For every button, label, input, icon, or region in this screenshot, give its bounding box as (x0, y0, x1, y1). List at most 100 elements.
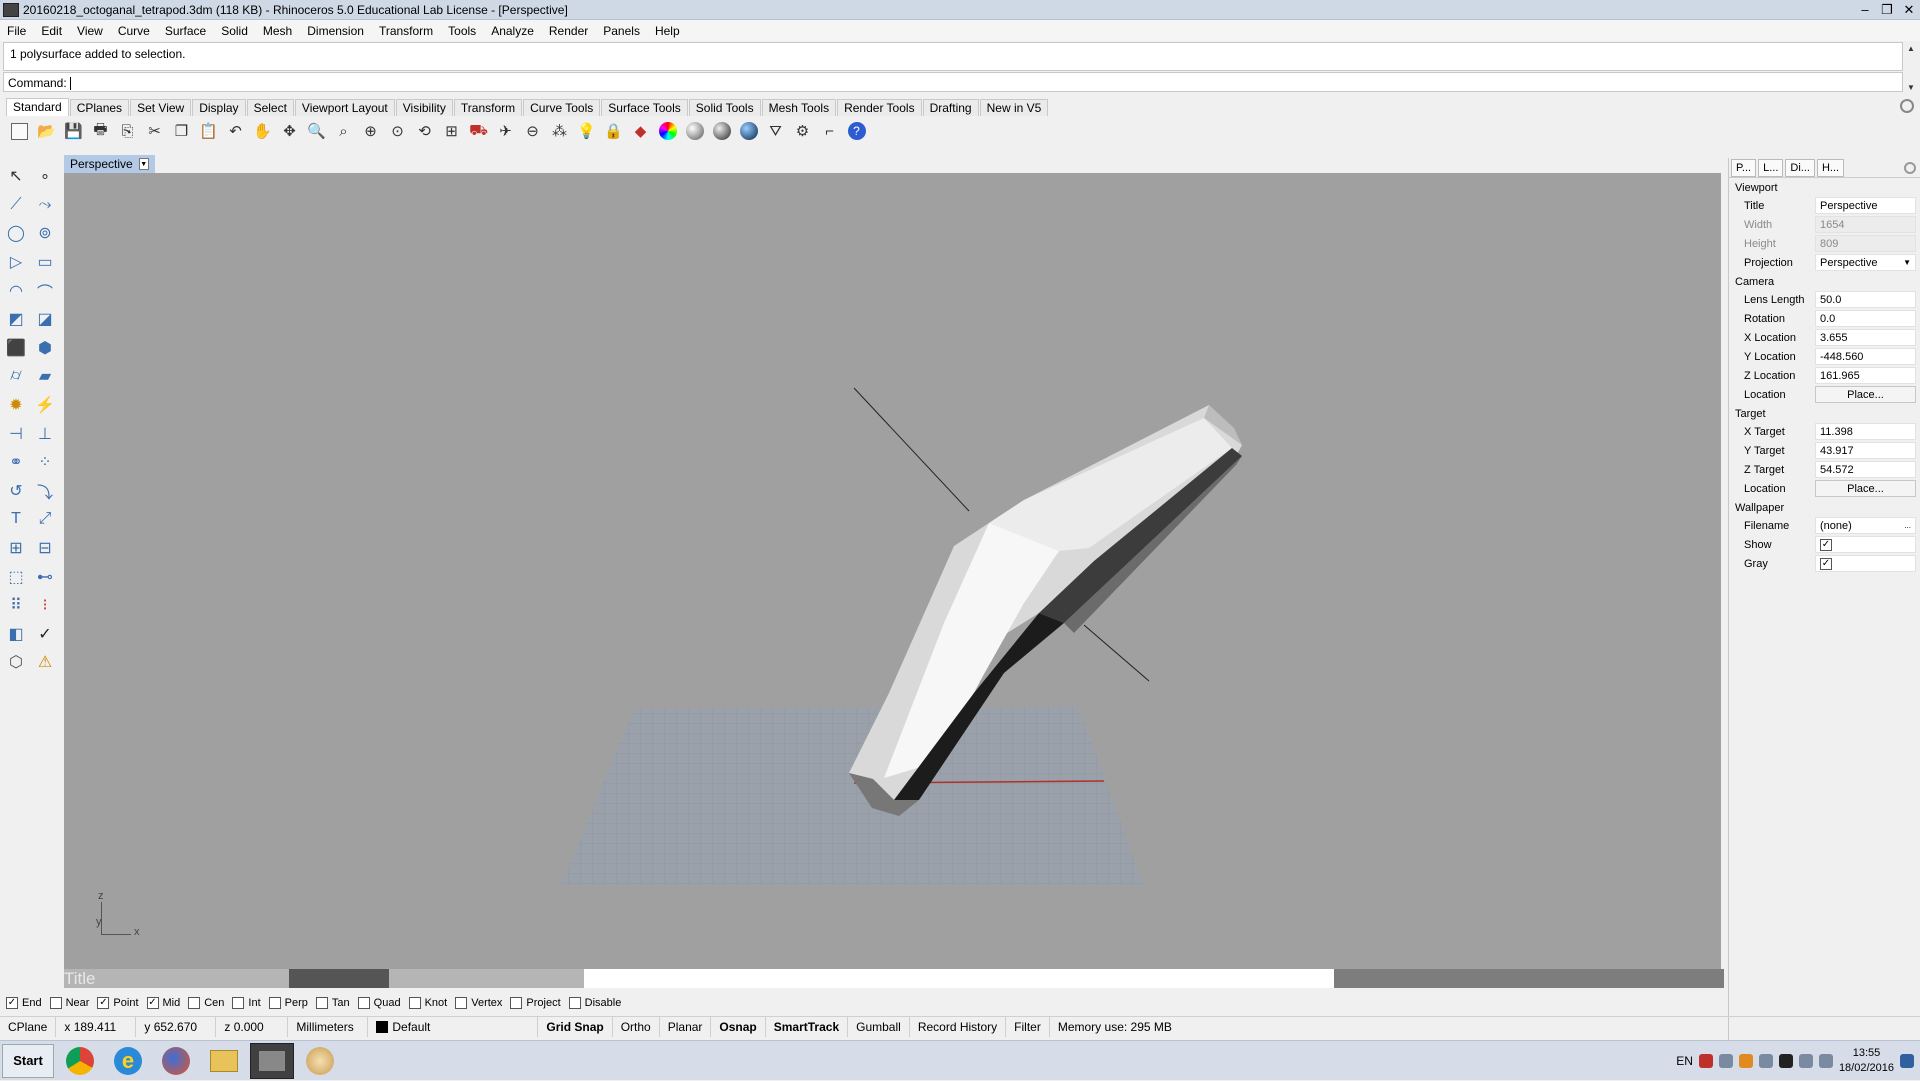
perp-checkbox[interactable] (268, 996, 281, 1009)
solid-edit-icon[interactable]: ⬚ (2, 562, 30, 591)
options-gears-icon[interactable]: ⚙ (791, 120, 814, 143)
planar-toggle[interactable]: Planar (660, 1016, 712, 1037)
draft-icon[interactable]: ◧ (2, 620, 30, 649)
check-icon[interactable]: ✓ (31, 620, 59, 649)
y-target-field[interactable]: 43.917 (1815, 442, 1916, 459)
security-icon[interactable] (1738, 1054, 1753, 1068)
osnap-end[interactable]: ✓ End (6, 996, 42, 1009)
projection-select[interactable]: Perspective ▼ (1815, 254, 1916, 271)
color-wheel-icon[interactable] (656, 120, 679, 143)
target-place-button[interactable]: Place... (1815, 480, 1916, 497)
tab-transform[interactable]: Transform (453, 99, 523, 116)
osnap-point[interactable]: ✓ Point (97, 996, 139, 1009)
help-icon[interactable]: ? (845, 120, 868, 143)
display-icon[interactable] (1798, 1054, 1813, 1068)
text-icon[interactable]: T (2, 505, 30, 534)
tab-drafting[interactable]: Drafting (922, 99, 979, 116)
group-icon[interactable]: ⚭ (2, 448, 30, 477)
filename-field[interactable]: (none)... (1815, 517, 1916, 534)
loft-icon[interactable]: ◪ (31, 305, 59, 334)
tab-visibility[interactable]: Visibility (395, 99, 453, 116)
chevron-down-icon[interactable]: ▼ (1903, 258, 1911, 267)
osnap-toggle[interactable]: Osnap (711, 1016, 766, 1037)
tab-curve-tools[interactable]: Curve Tools (523, 99, 601, 116)
end-checkbox[interactable]: ✓ (6, 996, 18, 1009)
tab-display[interactable]: Di... (1785, 158, 1815, 177)
box-icon[interactable]: ⬛ (2, 334, 30, 363)
cplane-label[interactable]: CPlane (0, 1016, 57, 1037)
camera-place-button[interactable]: Place... (1815, 386, 1916, 403)
menu-panels[interactable]: Panels (596, 24, 648, 38)
command-scroll[interactable]: ▲ ▼ (1904, 44, 1918, 92)
tab-render-tools[interactable]: Render Tools (837, 99, 922, 116)
cen-checkbox[interactable] (188, 996, 201, 1009)
export-icon[interactable]: ⎘ (116, 120, 139, 143)
action-center-flag-icon[interactable] (1698, 1054, 1713, 1068)
points-icon[interactable]: ⁂ (548, 120, 571, 143)
offset-icon[interactable]: ↺ (2, 477, 30, 506)
point-checkbox[interactable]: ✓ (97, 996, 110, 1009)
open-file-icon[interactable]: 📂 (35, 120, 58, 143)
dropbox-icon[interactable] (1778, 1054, 1793, 1068)
osnap-vertex[interactable]: Vertex (455, 996, 502, 1009)
smarttrack-toggle[interactable]: SmartTrack (766, 1016, 849, 1037)
knot-checkbox[interactable] (408, 996, 421, 1009)
osnap-quad[interactable]: Quad (357, 996, 401, 1009)
menu-edit[interactable]: Edit (34, 24, 70, 38)
copy-icon[interactable]: ❐ (170, 120, 193, 143)
firefox-taskbar-icon[interactable] (154, 1043, 198, 1079)
fillet-curve-icon[interactable]: ⌒ (31, 276, 59, 305)
command-line[interactable]: Command: (3, 72, 1903, 92)
start-button[interactable]: Start (2, 1043, 54, 1078)
show-checkbox[interactable]: ✓ (1820, 538, 1832, 551)
rectangle-icon[interactable]: ▭ (31, 248, 59, 277)
save-icon[interactable]: 💾 (62, 120, 85, 143)
browse-button[interactable]: ... (1904, 521, 1911, 530)
zoom-selected-icon[interactable]: ⊙ (386, 120, 409, 143)
cylinder-icon[interactable]: ⌭ (2, 362, 30, 391)
menu-surface[interactable]: Surface (158, 24, 214, 38)
rotate-view-icon[interactable]: ✥ (278, 120, 301, 143)
select-arrow-icon[interactable]: ↖ (2, 162, 30, 191)
point-grid-icon[interactable]: ⠿ (2, 591, 30, 620)
near-checkbox[interactable] (49, 996, 62, 1009)
array-icon[interactable]: ⊞ (2, 534, 30, 563)
align-icon[interactable]: ⊟ (31, 534, 59, 563)
menu-mesh[interactable]: Mesh (256, 24, 300, 38)
paste-icon[interactable]: 📋 (197, 120, 220, 143)
filter-toggle[interactable]: Filter (1006, 1016, 1050, 1037)
record-history-toggle[interactable]: Record History (910, 1016, 1007, 1037)
osnap-mid[interactable]: ✓ Mid (146, 996, 180, 1009)
osnap-disable[interactable]: Disable (568, 996, 621, 1009)
minimize-button[interactable]: – (1854, 1, 1876, 19)
four-viewports-icon[interactable]: ⊞ (440, 120, 463, 143)
file-explorer-taskbar-icon[interactable] (202, 1043, 246, 1079)
osnap-tan[interactable]: Tan (315, 996, 350, 1009)
tan-checkbox[interactable] (315, 996, 328, 1009)
split-icon[interactable]: ⊣ (2, 419, 30, 448)
osnap-knot[interactable]: Knot (408, 996, 447, 1009)
zoom-icon[interactable]: 🔍 (305, 120, 328, 143)
undo-view-icon[interactable]: ⟲ (413, 120, 436, 143)
named-view-icon[interactable]: ✈ (494, 120, 517, 143)
rendered-sphere-icon[interactable] (710, 120, 733, 143)
z-location-field[interactable]: 161.965 (1815, 367, 1916, 384)
menu-tools[interactable]: Tools (441, 24, 484, 38)
mid-checkbox[interactable]: ✓ (146, 996, 159, 1009)
menu-transform[interactable]: Transform (372, 24, 441, 38)
osnap-project[interactable]: Project (510, 996, 561, 1009)
trim-icon[interactable]: ⊥ (31, 419, 59, 448)
z-target-field[interactable]: 54.572 (1815, 461, 1916, 478)
lock-icon[interactable]: 🔒 (602, 120, 625, 143)
zoom-window-icon[interactable]: ⌕ (332, 120, 355, 143)
power-icon[interactable] (1818, 1054, 1833, 1068)
show-desktop-icon[interactable] (1900, 1054, 1914, 1068)
lens-length-field[interactable]: 50.0 (1815, 291, 1916, 308)
units-label[interactable]: Millimeters (288, 1016, 369, 1037)
menu-file[interactable]: File (0, 24, 34, 38)
tab-help[interactable]: H... (1816, 158, 1845, 177)
internet-explorer-taskbar-icon[interactable]: e (106, 1043, 150, 1079)
tab-new-in-v5[interactable]: New in V5 (979, 99, 1049, 116)
language-indicator[interactable]: EN (1676, 1054, 1693, 1068)
tab-properties[interactable]: P... (1731, 158, 1757, 177)
